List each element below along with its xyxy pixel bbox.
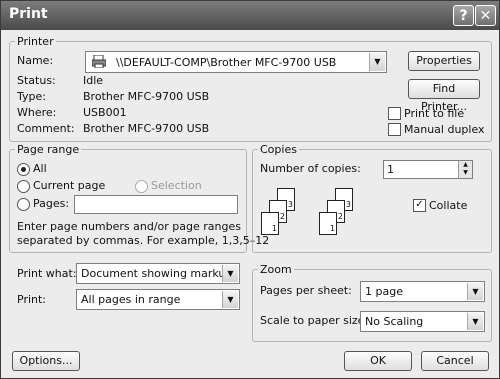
chevron-down-icon: ▼ [467,283,483,300]
status-label: Status: [17,74,56,87]
find-printer-button[interactable]: Find Printer... [408,79,480,113]
selection-radio[interactable] [135,180,148,193]
number-of-copies-label: Number of copies: [260,162,361,175]
zoom-group: Zoom Pages per sheet: 1 page ▼ Scale to … [252,263,492,342]
print-what-label: Print what: [17,267,77,280]
copies-group: Copies Number of copies: 1 ▲ ▼ 3 2 1 3 2 … [252,143,492,253]
pages-input[interactable] [74,195,238,214]
where-label: Where: [17,106,57,119]
title-bar: Print ? ✕ [1,1,499,30]
print-dialog: Print ? ✕ Printer Name: \\DEFAULT-COMP\B… [0,0,500,379]
comment-label: Comment: [17,122,75,135]
pages-per-sheet-value: 1 page [365,285,403,298]
pages-per-sheet-label: Pages per sheet: [260,284,352,297]
printer-name-value: \\DEFAULT-COMP\Brother MFC-9700 USB [116,56,337,69]
comment-value: Brother MFC-9700 USB [83,122,210,135]
copies-group-label: Copies [258,143,299,156]
properties-button[interactable]: Properties [408,51,480,71]
page-range-group-label: Page range [15,143,82,156]
printer-group: Printer Name: \\DEFAULT-COMP\Brother MFC… [9,35,492,142]
dialog-title: Print [9,6,48,22]
help-button[interactable]: ? [453,5,474,26]
printer-name-select[interactable]: \\DEFAULT-COMP\Brother MFC-9700 USB ▼ [85,51,387,73]
manual-duplex-checkbox[interactable] [388,123,401,136]
print-what-value: Document showing markup [81,267,233,280]
current-page-label: Current page [33,179,106,192]
pages-per-sheet-select[interactable]: 1 page ▼ [360,281,485,302]
printer-group-label: Printer [15,35,56,48]
print-to-file-label: Print to file [404,107,465,120]
type-label: Type: [17,90,46,103]
collate-checkbox[interactable]: ✓ [413,199,426,212]
chevron-down-icon: ▼ [467,313,483,330]
print-what-select[interactable]: Document showing markup ▼ [76,263,240,284]
number-of-copies-input[interactable]: 1 ▲ ▼ [383,160,473,179]
chevron-down-icon: ▼ [222,265,238,282]
print-to-file-checkbox[interactable] [388,107,401,120]
page-range-help-line1: Enter page numbers and/or page ranges [17,220,241,233]
page-range-group: Page range All Current page Selection Pa… [9,143,269,253]
current-page-radio[interactable] [17,180,30,193]
close-button[interactable]: ✕ [475,5,496,26]
copies-spinner[interactable]: ▲ ▼ [458,161,472,178]
collate-label: Collate [429,199,468,212]
printer-name-label: Name: [17,54,54,67]
all-label: All [33,162,47,175]
print-select[interactable]: All pages in range ▼ [76,289,240,310]
chevron-down-icon: ▼ [369,53,385,71]
uncollated-pages-illustration: 3 2 1 [261,188,301,243]
pages-label: Pages: [33,197,70,210]
selection-label: Selection [151,179,202,192]
print-value: All pages in range [81,293,181,306]
cancel-button[interactable]: Cancel [421,351,489,371]
scale-to-paper-label: Scale to paper size: [260,314,369,327]
zoom-group-label: Zoom [258,263,294,276]
page-range-help-line2: separated by commas. For example, 1,3,5–… [17,234,270,247]
type-value: Brother MFC-9700 USB [83,90,210,103]
chevron-down-icon: ▼ [222,291,238,308]
where-value: USB001 [83,106,127,119]
manual-duplex-label: Manual duplex [404,123,485,136]
scale-to-paper-value: No Scaling [365,315,424,328]
options-button[interactable]: Options... [12,351,80,371]
all-radio[interactable] [17,163,30,176]
collated-pages-illustration: 3 2 1 [319,188,359,243]
scale-to-paper-select[interactable]: No Scaling ▼ [360,311,485,332]
ok-button[interactable]: OK [344,351,412,371]
pages-radio[interactable] [17,198,30,211]
printer-icon [91,54,107,69]
number-of-copies-value: 1 [387,163,394,176]
print-label: Print: [17,293,47,306]
status-value: Idle [83,74,104,87]
